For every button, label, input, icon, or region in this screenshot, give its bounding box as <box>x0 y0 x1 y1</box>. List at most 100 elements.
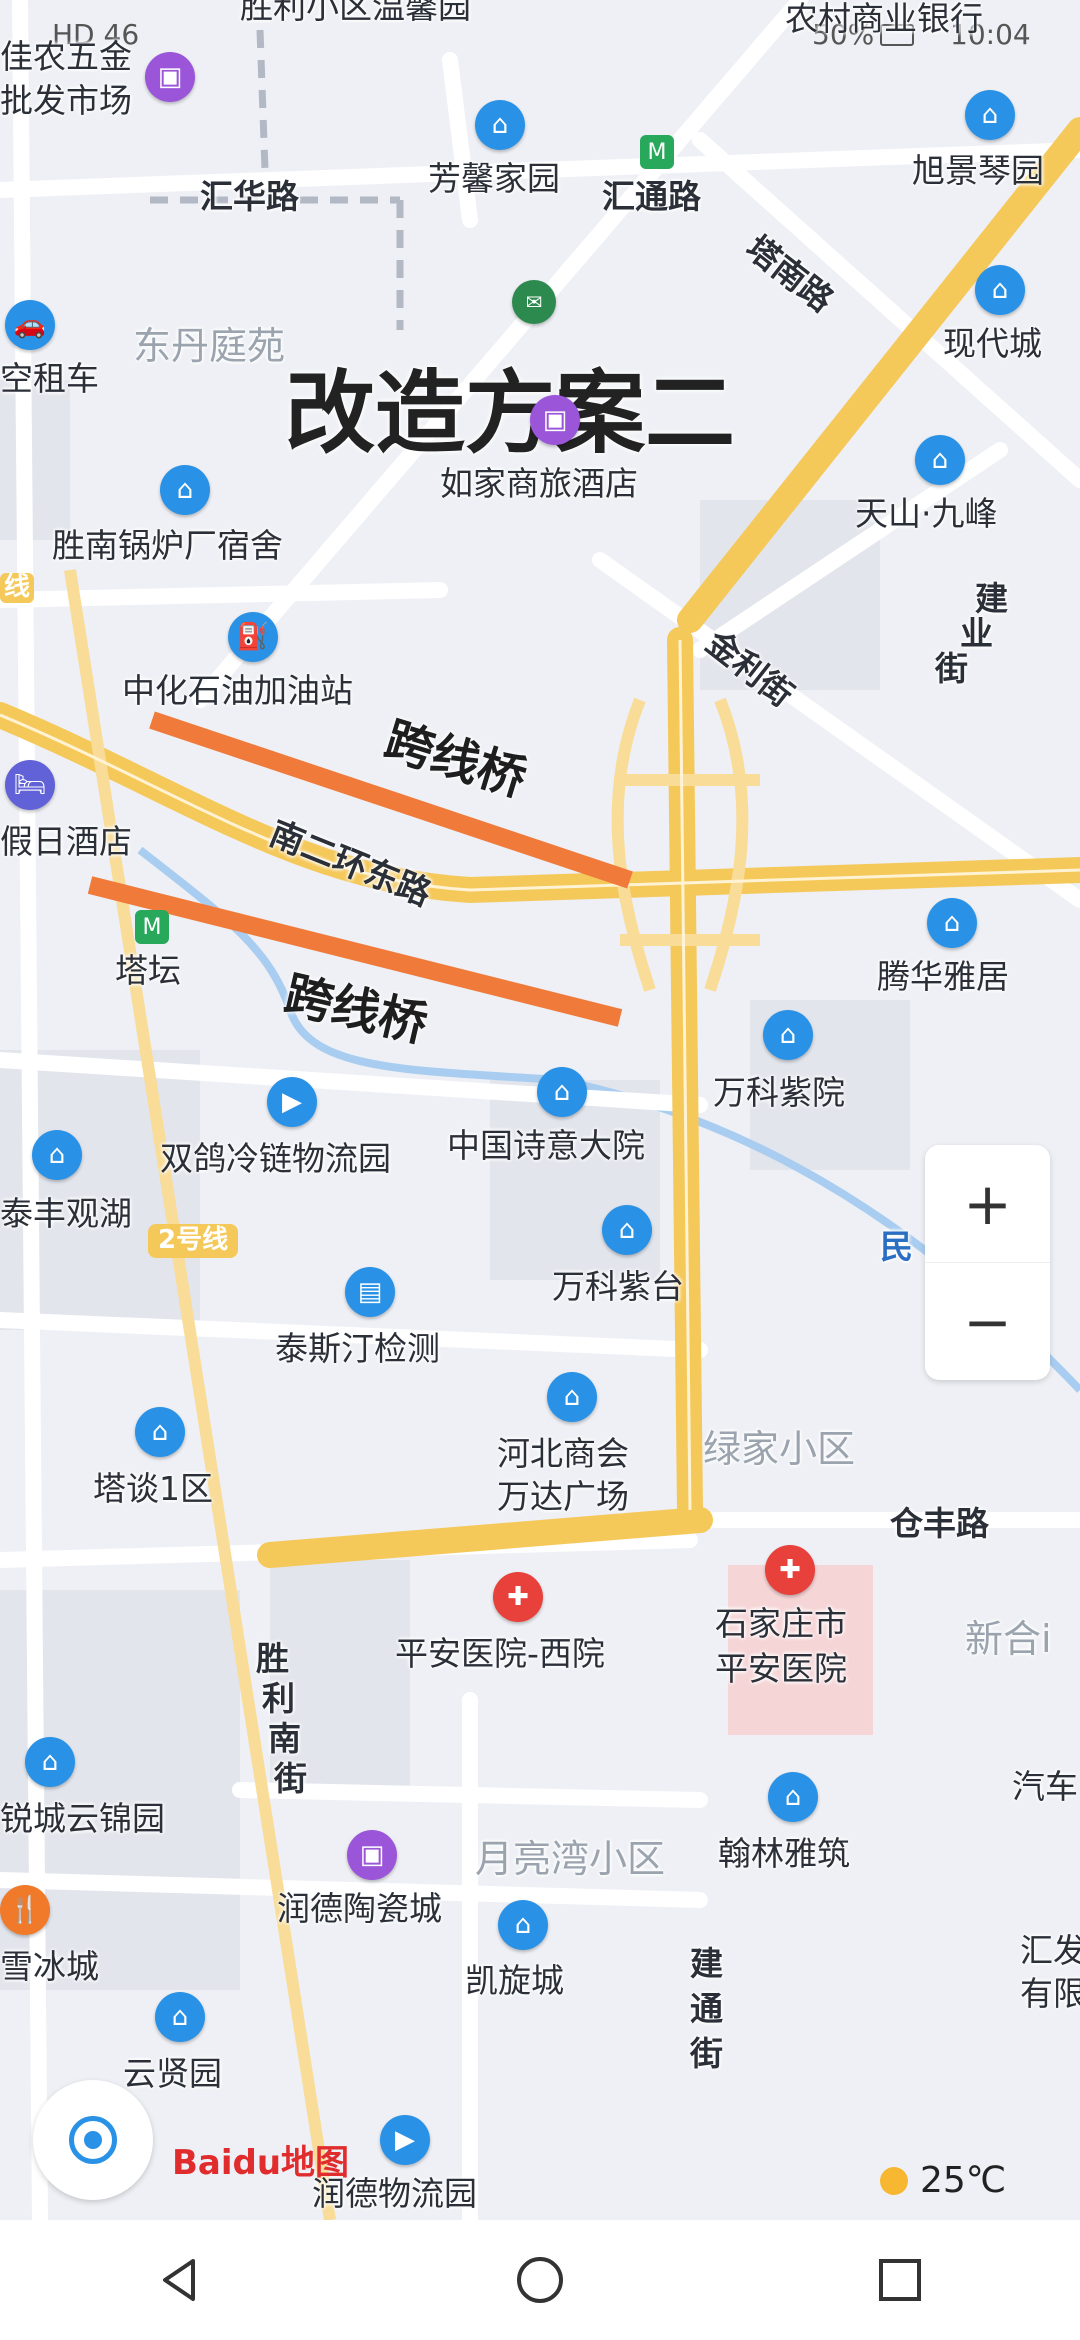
metro-line-2-tag: 2号线 <box>148 1224 239 1258</box>
poi-shiyi[interactable]: 中国诗意大院 <box>447 1127 645 1165</box>
residential-pin-icon[interactable]: ⌂ <box>547 1372 597 1422</box>
road-label-jiantong-2: 通 <box>690 1989 723 2028</box>
baidu-map-logo: Baidu地图 <box>172 2143 350 2183</box>
location-target-icon <box>69 2116 117 2164</box>
poi-tatan[interactable]: 塔坛 <box>115 952 181 990</box>
logistics-pin-icon[interactable]: ▶ <box>267 1077 317 1127</box>
system-nav-bar <box>0 2220 1080 2340</box>
road-label-huihua: 汇华路 <box>200 177 299 216</box>
post-office-icon[interactable]: ✉ <box>512 280 556 324</box>
poi-fangxin[interactable]: 芳馨家园 <box>428 160 560 198</box>
map-annotation-title: 改造方案二 <box>285 361 735 466</box>
poi-rujia[interactable]: 如家商旅酒店 <box>440 465 638 503</box>
shopping-pin-icon[interactable]: ▣ <box>145 52 195 102</box>
hotel-pin-icon[interactable]: ▣ <box>530 395 580 445</box>
back-triangle-icon <box>163 2259 195 2301</box>
gas-station-icon[interactable]: ⛽ <box>228 612 278 662</box>
road-label-shengli-2: 利 <box>262 1679 295 1718</box>
residential-pin-icon[interactable]: ⌂ <box>160 465 210 515</box>
car-pin-icon[interactable]: 🚗 <box>5 300 55 350</box>
poi-tianshan[interactable]: 天山·九峰 <box>855 495 998 533</box>
weather-indicator[interactable]: 25℃ <box>880 2160 1006 2201</box>
poi-xuebing[interactable]: 雪冰城 <box>0 1948 99 1986</box>
poi-shengli-xq[interactable]: 胜利小区温馨园 <box>240 0 471 26</box>
residential-pin-icon[interactable]: ⌂ <box>475 100 525 150</box>
road-label-shengli-1: 胜 <box>256 1639 289 1678</box>
back-button[interactable] <box>150 2250 210 2310</box>
residential-pin-icon[interactable]: ⌂ <box>975 265 1025 315</box>
river-label-min: 民 <box>880 1227 913 1266</box>
poi-kongzu[interactable]: 空租车 <box>0 360 99 398</box>
residential-pin-icon[interactable]: ⌂ <box>768 1772 818 1822</box>
residential-pin-icon[interactable]: ⌂ <box>537 1067 587 1117</box>
poi-pifa-1[interactable]: 佳农五金 <box>0 38 132 76</box>
poi-huifa-2[interactable]: 有限 <box>1020 1975 1080 2013</box>
poi-kaixuan[interactable]: 凯旋城 <box>465 1962 564 2000</box>
restaurant-pin-icon[interactable]: 🍴 <box>0 1885 50 1935</box>
residential-pin-icon[interactable]: ⌂ <box>155 1992 205 2042</box>
residential-pin-icon[interactable]: ⌂ <box>763 1010 813 1060</box>
poi-huifa-1[interactable]: 汇发 <box>1020 1932 1080 1970</box>
home-button[interactable] <box>510 2250 570 2310</box>
hospital-pin-icon[interactable]: ✚ <box>493 1572 543 1622</box>
residential-pin-icon[interactable]: ⌂ <box>965 90 1015 140</box>
poi-hanlin[interactable]: 翰林雅筑 <box>718 1835 850 1873</box>
poi-wanke-tai[interactable]: 万科紫台 <box>552 1268 684 1306</box>
road-label-jianye-2: 业 <box>960 614 993 653</box>
residential-pin-icon[interactable]: ⌂ <box>25 1737 75 1787</box>
poi-pifa-2[interactable]: 批发市场 <box>0 82 132 120</box>
residential-pin-icon[interactable]: ⌂ <box>498 1900 548 1950</box>
area-xinhe: 新合ⅰ <box>965 1617 1052 1661</box>
poi-shengnan[interactable]: 胜南锅炉厂宿舍 <box>52 527 283 565</box>
poi-taisiting[interactable]: 泰斯汀检测 <box>275 1330 440 1368</box>
poi-hebei-1[interactable]: 河北商会 <box>497 1435 629 1473</box>
poi-zhonghua[interactable]: 中化石油加油站 <box>122 672 353 710</box>
recents-button[interactable] <box>870 2250 930 2310</box>
area-dongdan: 东丹庭苑 <box>133 324 286 368</box>
poi-sjz-1[interactable]: 石家庄市 <box>715 1605 847 1643</box>
poi-wanke-yuan[interactable]: 万科紫院 <box>713 1074 845 1112</box>
hotel-pin-icon[interactable]: 🛏 <box>5 760 55 810</box>
poi-jiari[interactable]: 假日酒店 <box>0 823 132 861</box>
poi-shuangge[interactable]: 双鸽冷链物流园 <box>160 1140 391 1178</box>
poi-xiandai[interactable]: 现代城 <box>943 325 1042 363</box>
poi-yunjin[interactable]: 锐城云锦园 <box>0 1800 165 1838</box>
zoom-control: + − <box>925 1145 1050 1380</box>
road-label-huitong: 汇通路 <box>602 177 701 216</box>
metro-line-tag-top: 线 <box>0 572 35 603</box>
logistics-pin-icon[interactable]: ▶ <box>380 2115 430 2165</box>
poi-runde-tc[interactable]: 润德陶瓷城 <box>277 1890 442 1928</box>
area-yueliangwan: 月亮湾小区 <box>475 1837 666 1881</box>
home-circle-icon <box>517 2257 563 2303</box>
road-label-shengli-4: 街 <box>274 1759 307 1798</box>
recents-square-icon <box>879 2259 921 2301</box>
shopping-pin-icon[interactable]: ▣ <box>347 1830 397 1880</box>
poi-sjz-2[interactable]: 平安医院 <box>715 1650 847 1688</box>
residential-pin-icon[interactable]: ⌂ <box>32 1130 82 1180</box>
poi-taifeng[interactable]: 泰丰观湖 <box>0 1195 132 1233</box>
zoom-in-button[interactable]: + <box>925 1145 1050 1263</box>
hospital-pin-icon[interactable]: ✚ <box>765 1545 815 1595</box>
residential-pin-icon[interactable]: ⌂ <box>135 1407 185 1457</box>
road-label-cangfeng: 仓丰路 <box>890 1504 989 1543</box>
poi-nongye[interactable]: 农村商业银行 <box>785 0 983 38</box>
road-label-jiantong-1: 建 <box>690 1944 723 1983</box>
poi-tenghua[interactable]: 腾华雅居 <box>877 958 1009 996</box>
poi-tatan1[interactable]: 塔谈1区 <box>93 1470 213 1508</box>
road-label-shengli-3: 南 <box>268 1719 301 1758</box>
poi-yunxian[interactable]: 云贤园 <box>123 2055 222 2093</box>
locate-me-button[interactable] <box>33 2080 153 2200</box>
sun-icon <box>880 2166 908 2195</box>
zoom-out-button[interactable]: − <box>925 1263 1050 1380</box>
poi-xujing[interactable]: 旭景琴园 <box>912 152 1044 190</box>
road-label-jianye-1: 建 <box>975 579 1008 618</box>
poi-qiche[interactable]: 汽车 <box>1012 1768 1078 1806</box>
metro-station-icon[interactable]: M <box>135 910 169 944</box>
residential-pin-icon[interactable]: ⌂ <box>927 898 977 948</box>
poi-pingan-west[interactable]: 平安医院-西院 <box>395 1635 605 1673</box>
testing-pin-icon[interactable]: ▤ <box>345 1267 395 1317</box>
residential-pin-icon[interactable]: ⌂ <box>915 435 965 485</box>
poi-hebei-2[interactable]: 万达广场 <box>497 1478 629 1516</box>
residential-pin-icon[interactable]: ⌂ <box>602 1205 652 1255</box>
metro-station-icon[interactable]: M <box>640 135 674 169</box>
